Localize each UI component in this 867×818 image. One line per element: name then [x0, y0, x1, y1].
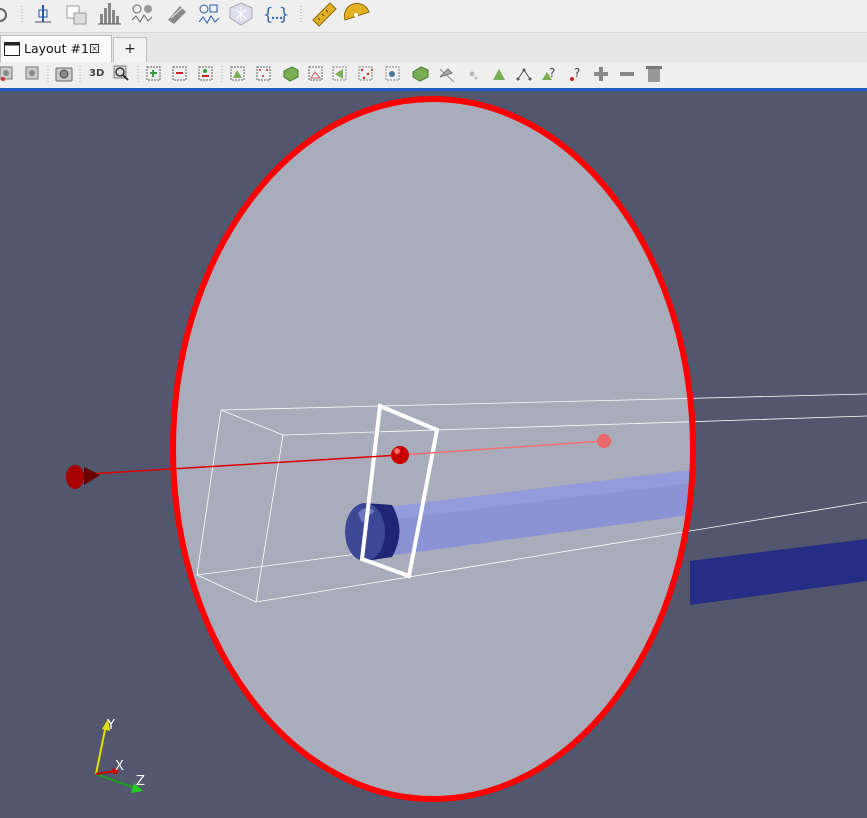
camera-3d-toggle[interactable]: 3D	[89, 68, 104, 79]
trash-icon[interactable]	[646, 66, 662, 82]
zoom-to-data-icon[interactable]	[25, 66, 39, 80]
tab-layout-1[interactable]: Layout #1 ×	[0, 35, 112, 62]
calculator-shield-icon[interactable]	[229, 2, 253, 26]
clear-selection-icon[interactable]	[469, 71, 478, 80]
select-points-frustum-icon[interactable]	[256, 66, 271, 81]
layout-tab-bar: Layout #1 × +	[0, 33, 867, 63]
render-view[interactable]: Y X Z	[0, 91, 867, 814]
reset-camera-icon[interactable]	[0, 66, 13, 81]
toolbar-icons-row: {}	[0, 2, 370, 27]
axis-y-label: Y	[107, 718, 115, 733]
python-calculator-icon[interactable]	[168, 6, 186, 24]
tube-outer	[690, 539, 867, 605]
pick-triangle-icon[interactable]	[493, 69, 505, 80]
svg-text:}: }	[279, 5, 289, 25]
svg-text:?: ?	[549, 66, 555, 80]
point-query-icon[interactable]: ?	[570, 66, 580, 81]
protractor-icon[interactable]	[343, 2, 370, 21]
hover-points-icon[interactable]	[358, 66, 374, 81]
tab-close-icon[interactable]: ×	[90, 44, 99, 53]
python-braces-icon[interactable]: {}	[263, 5, 289, 25]
select-block-icon[interactable]	[283, 66, 299, 82]
shrink-selection-icon[interactable]	[439, 68, 455, 83]
interactive-select-cells-icon[interactable]	[308, 66, 323, 81]
select-points-on-icon[interactable]	[172, 66, 187, 81]
partial-circle-icon[interactable]	[0, 8, 7, 22]
histogram-icon[interactable]	[98, 3, 121, 25]
svg-text:?: ?	[574, 66, 580, 80]
layout-window-icon	[4, 42, 20, 56]
plot-over-line-icon[interactable]	[66, 5, 87, 25]
select-cells-polygon-icon[interactable]	[198, 66, 213, 81]
add-layout-tab-button[interactable]: +	[113, 37, 147, 62]
common-filters-toolbar: {}	[0, 0, 867, 33]
plot-data-over-time-icon[interactable]	[131, 4, 153, 23]
plot-selection-over-time-icon[interactable]	[198, 4, 220, 24]
svg-text:{: {	[263, 5, 273, 25]
cell-query-icon[interactable]: ?	[542, 66, 555, 80]
hover-cells-icon[interactable]	[385, 66, 400, 81]
interactive-select-points-icon[interactable]	[332, 66, 347, 81]
grow-selection-icon[interactable]	[412, 66, 429, 82]
select-cells-on-icon[interactable]	[146, 66, 161, 81]
tab-layout-label: Layout #1	[24, 41, 89, 56]
pick-points-icon[interactable]	[516, 68, 532, 81]
select-cells-frustum-icon[interactable]	[230, 66, 245, 81]
render-scene	[66, 96, 867, 802]
ruler-icon[interactable]	[312, 2, 337, 27]
axis-z-label: Z	[136, 774, 145, 789]
axis-x-label: X	[115, 759, 124, 774]
toolbar2-icons-row: ? ?	[0, 65, 662, 84]
add-selection-icon[interactable]	[594, 67, 608, 81]
camera-selection-toolbar: ? ? 3D	[0, 62, 867, 88]
zoom-to-box-icon[interactable]	[113, 65, 129, 81]
screenshot-icon[interactable]	[55, 67, 73, 82]
probe-location-icon[interactable]	[35, 5, 51, 23]
